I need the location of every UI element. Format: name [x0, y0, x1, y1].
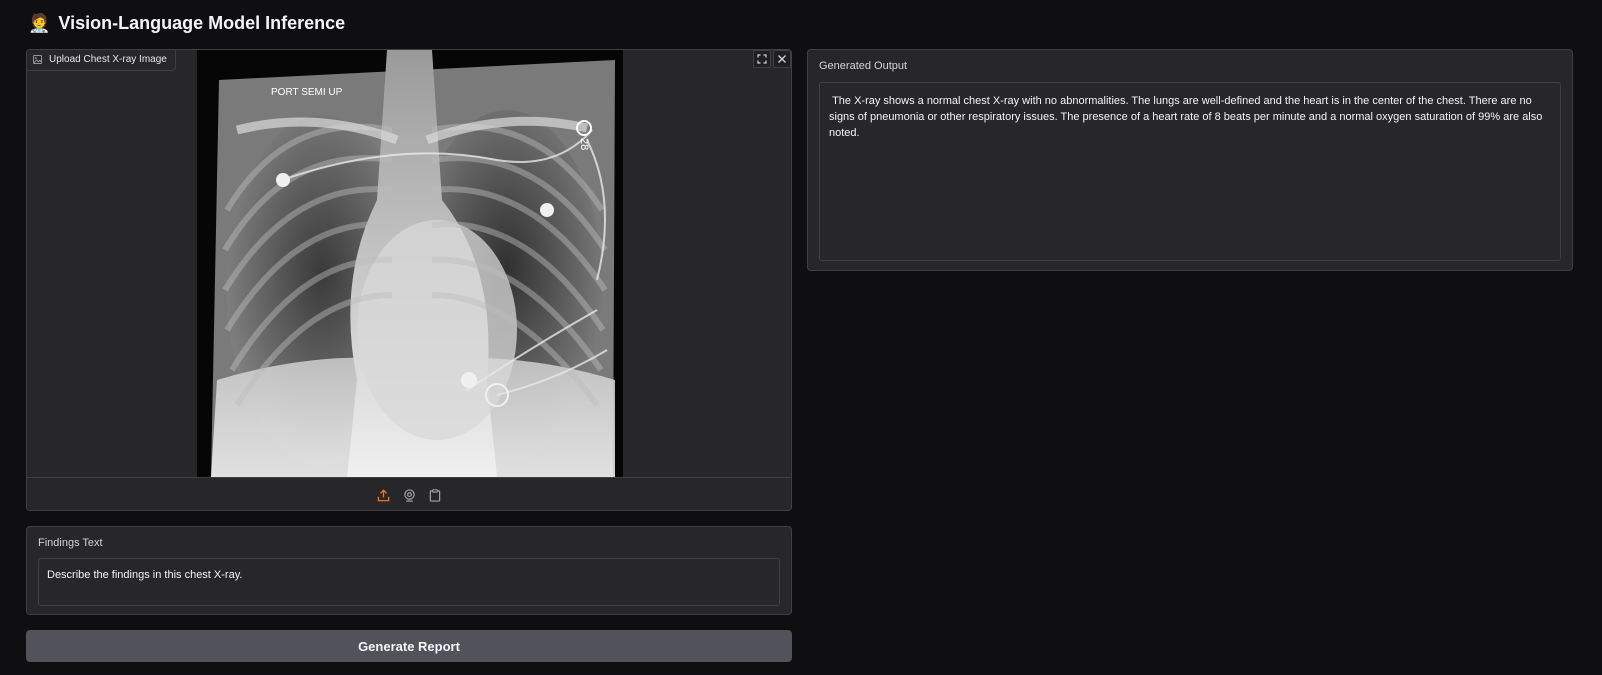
paste-clipboard-button[interactable]: [427, 487, 443, 503]
image-input-label: Upload Chest X-ray Image: [27, 50, 176, 71]
app-logo-icon: 🧑‍⚕️: [28, 13, 51, 33]
fullscreen-icon: [757, 54, 767, 64]
image-upload-panel[interactable]: Upload Chest X-ray Image 28 PORT SEMI UP: [26, 49, 792, 511]
upload-icon: [377, 488, 389, 501]
app-header: 🧑‍⚕️ Vision-Language Model Inference: [28, 12, 345, 34]
generated-output-panel: Generated Output The X-ray shows a norma…: [807, 49, 1573, 271]
image-source-toolbar: [27, 477, 791, 510]
webcam-button[interactable]: [401, 487, 417, 503]
findings-panel: Findings Text Describe the findings in t…: [26, 526, 792, 615]
generate-report-button[interactable]: Generate Report: [26, 630, 792, 662]
xray-annotation-text: PORT SEMI UP: [271, 87, 343, 98]
image-controls: [753, 50, 791, 68]
clear-image-button[interactable]: [773, 50, 791, 68]
fullscreen-button[interactable]: [753, 50, 771, 68]
page-title: Vision-Language Model Inference: [58, 12, 346, 33]
webcam-icon: [403, 488, 415, 502]
image-icon: [33, 55, 42, 64]
close-icon: [778, 55, 786, 63]
chest-xray-image: 28 PORT SEMI UP: [197, 50, 623, 477]
findings-textarea[interactable]: Describe the findings in this chest X-ra…: [38, 558, 780, 606]
output-label: Generated Output: [819, 60, 908, 72]
upload-button[interactable]: [375, 487, 391, 503]
clipboard-icon: [429, 488, 441, 502]
image-input-label-text: Upload Chest X-ray Image: [49, 54, 167, 65]
generated-output-text[interactable]: The X-ray shows a normal chest X-ray wit…: [819, 82, 1561, 261]
findings-label: Findings Text: [38, 537, 103, 549]
svg-text:28: 28: [578, 138, 590, 150]
